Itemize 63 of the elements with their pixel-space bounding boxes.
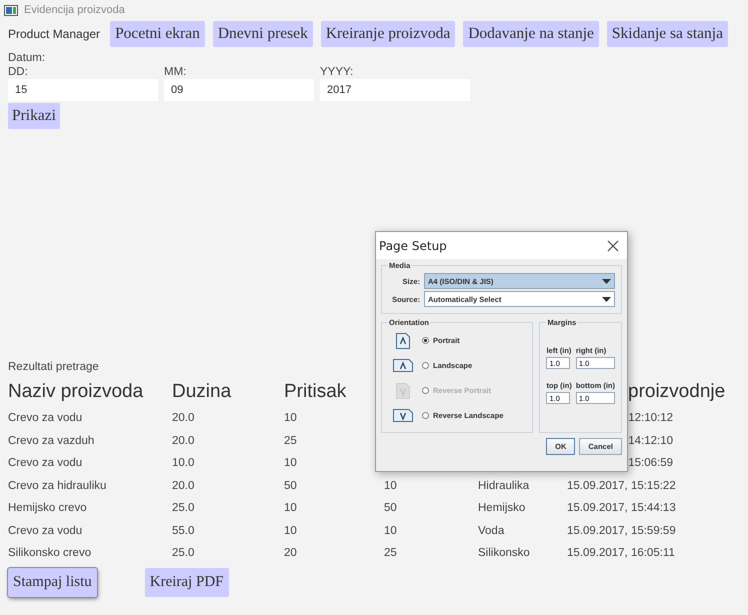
- table-cell: 25.0: [172, 502, 194, 514]
- table-cell: 20.0: [172, 412, 194, 424]
- close-icon[interactable]: [607, 240, 619, 252]
- column-header: proizvodnje: [628, 381, 726, 402]
- results-label: Rezultati pretrage: [8, 361, 99, 373]
- date-field[interactable]: 2017: [320, 79, 470, 101]
- table-cell: 55.0: [172, 524, 194, 536]
- table-cell: 10: [284, 457, 297, 469]
- app-label: Product Manager: [8, 27, 100, 41]
- date-field[interactable]: 09: [164, 79, 314, 101]
- table-cell: Hidraulika: [478, 480, 530, 492]
- table-cell: 50: [384, 502, 397, 514]
- field-label: MM:: [164, 66, 188, 78]
- table-cell: 10: [284, 412, 297, 424]
- table-cell: 10: [384, 524, 397, 536]
- nav-button[interactable]: Kreiranje proizvoda: [320, 21, 456, 47]
- table-cell: Crevo za vodu: [8, 524, 82, 536]
- reverse-landscape-page-icon: [392, 409, 414, 422]
- action-button[interactable]: Kreiraj PDF: [144, 568, 228, 596]
- table-cell: 15:06:59: [628, 457, 673, 469]
- app-icon: [4, 4, 18, 16]
- date-label: Datum:: [8, 52, 46, 64]
- table-cell: 10.0: [172, 457, 194, 469]
- table-cell: 14:12:10: [628, 434, 673, 446]
- table-cell: 25: [284, 434, 297, 446]
- nav-button[interactable]: Dodavanje na stanje: [463, 21, 599, 47]
- table-cell: 20.0: [172, 434, 194, 446]
- table-cell: 20: [284, 547, 297, 559]
- date-field[interactable]: 15: [8, 79, 158, 101]
- table-cell: 15.09.2017, 16:05:11: [567, 547, 675, 559]
- show-button[interactable]: Prikazi: [8, 103, 60, 129]
- table-cell: Silikonsko: [478, 547, 530, 559]
- table-cell: 15.09.2017, 15:44:13: [567, 502, 676, 514]
- table-cell: 15.09.2017, 15:15:22: [567, 480, 676, 492]
- table-cell: 25.0: [172, 547, 194, 559]
- nav-button[interactable]: Skidanje sa stanja: [606, 21, 728, 47]
- nav-button[interactable]: Dnevni presek: [212, 21, 313, 47]
- table-cell: 12:10:12: [628, 412, 673, 424]
- table-cell: Crevo za hidrauliku: [8, 480, 106, 492]
- table-cell: Crevo za vazduh: [8, 434, 94, 446]
- action-button[interactable]: Stampaj listu: [8, 568, 97, 596]
- field-label: DD:: [8, 66, 29, 78]
- field-label: YYYY:: [320, 66, 354, 78]
- table-cell: 50: [284, 480, 297, 492]
- column-header: Pritisak: [284, 381, 346, 402]
- table-cell: 10: [284, 524, 297, 536]
- dialog-title: Page Setup: [379, 238, 447, 252]
- table-cell: Hemijsko: [478, 502, 526, 514]
- window-title: Evidencija proizvoda: [24, 4, 125, 16]
- table-cell: Crevo za vodu: [8, 457, 82, 469]
- table-cell: Voda: [478, 524, 504, 536]
- nav-button[interactable]: Pocetni ekran: [110, 21, 205, 47]
- table-cell: Crevo za vodu: [8, 412, 82, 424]
- column-header: Duzina: [172, 381, 232, 402]
- table-cell: 25: [384, 547, 397, 559]
- table-cell: 20.0: [172, 480, 194, 492]
- column-header: Naziv proizvoda: [8, 381, 144, 402]
- table-cell: Silikonsko crevo: [8, 547, 92, 559]
- table-cell: 10: [284, 502, 297, 514]
- table-cell: Hemijsko crevo: [8, 502, 87, 514]
- table-cell: 15.09.2017, 15:59:59: [567, 524, 676, 536]
- table-cell: 10: [384, 480, 397, 492]
- landscape-page-icon: [392, 359, 414, 372]
